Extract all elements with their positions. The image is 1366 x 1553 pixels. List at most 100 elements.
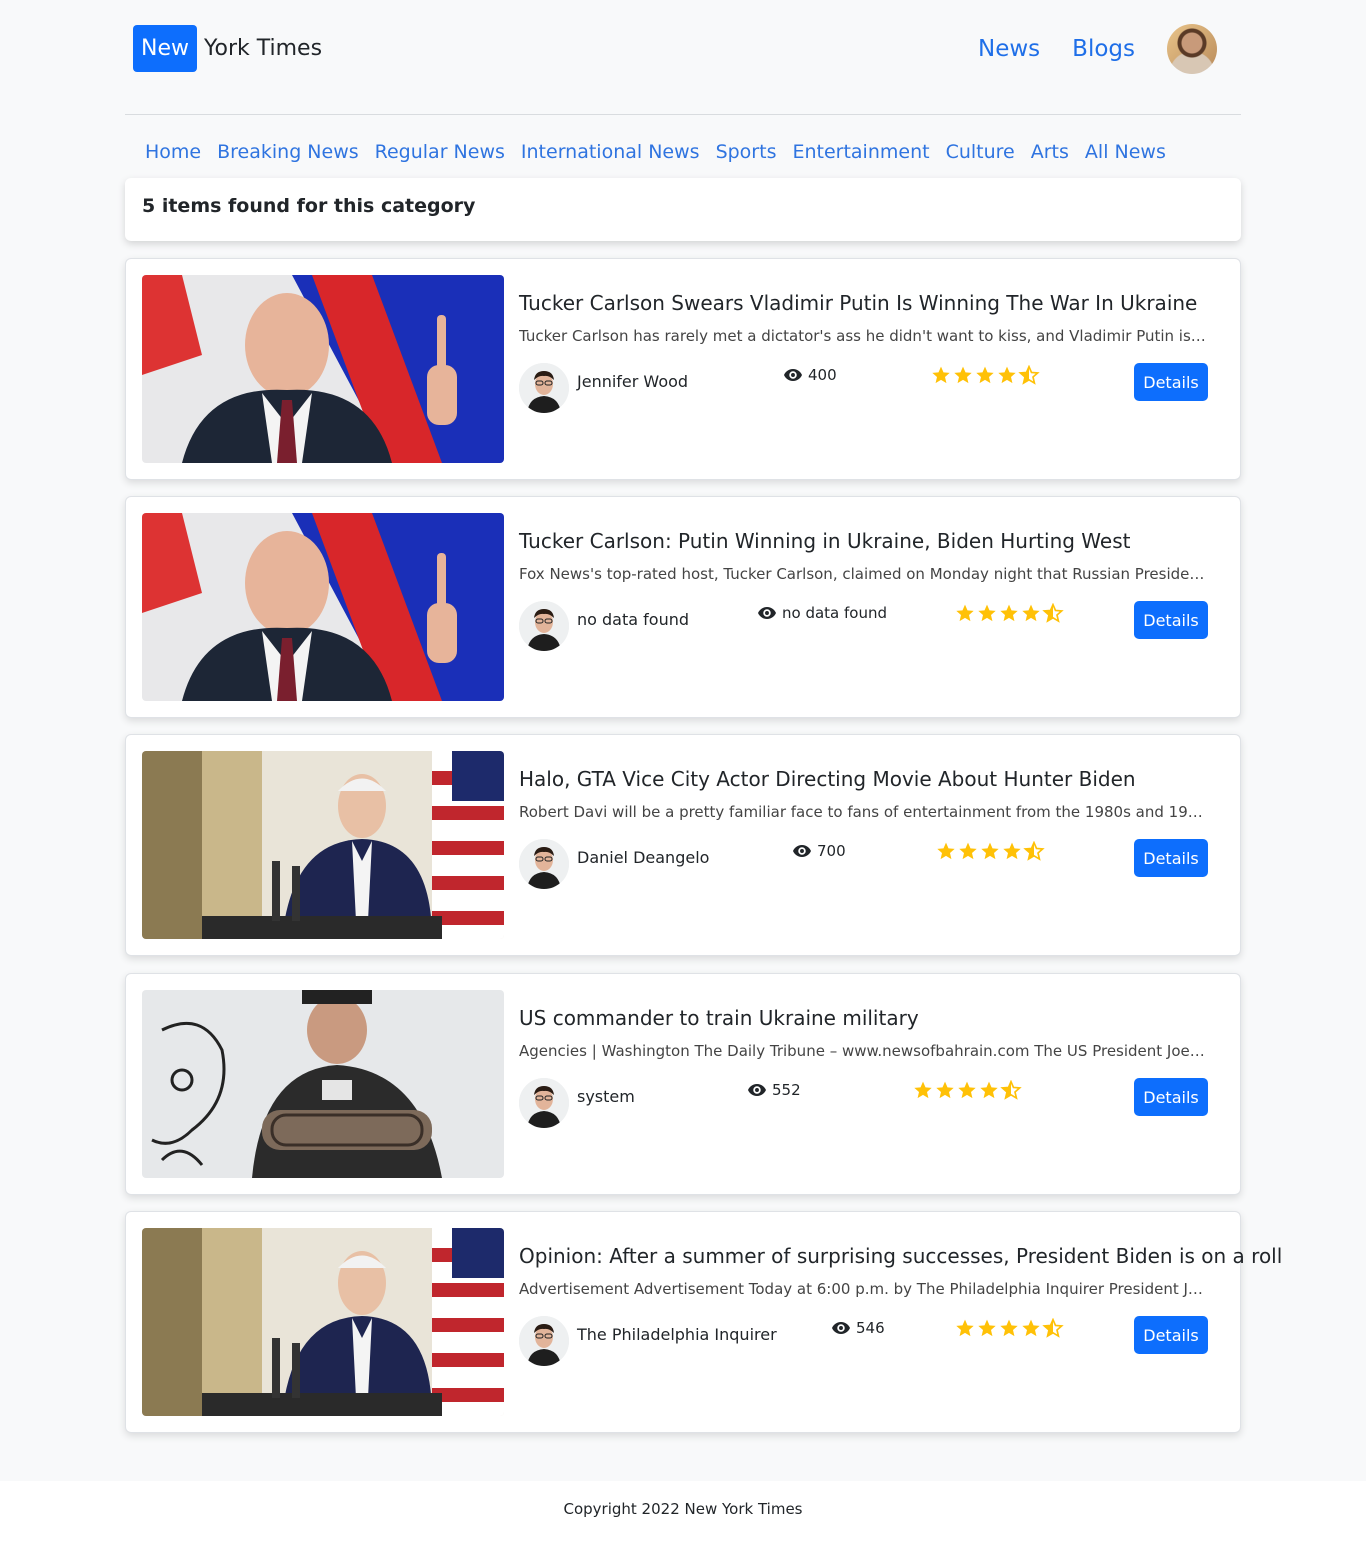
eye-icon: [758, 607, 776, 619]
rating-stars: [954, 603, 1064, 623]
news-thumbnail[interactable]: [142, 1228, 504, 1416]
header: New York Times News Blogs: [125, 0, 1241, 115]
details-button[interactable]: Details: [1134, 1316, 1208, 1354]
author-name: The Philadelphia Inquirer: [577, 1325, 777, 1344]
details-button[interactable]: Details: [1134, 1078, 1208, 1116]
eye-icon-wrap: [748, 1083, 766, 1097]
author-name: no data found: [577, 610, 689, 629]
news-card: Tucker Carlson Swears Vladimir Putin Is …: [125, 258, 1241, 480]
eye-icon-wrap: [793, 844, 811, 858]
rating-stars: [935, 841, 1045, 861]
view-count-value: 400: [808, 366, 837, 384]
star-half-icon: [1042, 1318, 1064, 1338]
news-thumbnail[interactable]: [142, 751, 504, 939]
news-card: Halo, GTA Vice City Actor Directing Movi…: [125, 734, 1241, 956]
star-icon: [1003, 842, 1021, 860]
view-count-value: 552: [772, 1081, 801, 1099]
news-excerpt: Tucker Carlson has rarely met a dictator…: [519, 327, 1209, 345]
author-name: Jennifer Wood: [577, 372, 689, 391]
user-avatar[interactable]: [1167, 24, 1217, 74]
results-count: 5 items found for this category: [125, 178, 1241, 241]
details-button[interactable]: Details: [1134, 363, 1208, 401]
eye-icon-wrap: [832, 1321, 850, 1335]
footer: Copyright 2022 New York Times: [0, 1481, 1366, 1553]
view-count: 546: [832, 1319, 885, 1337]
category-sports[interactable]: Sports: [716, 141, 777, 163]
star-icon: [936, 1081, 954, 1099]
view-count: 552: [748, 1081, 801, 1099]
news-card: US commander to train Ukraine military Ag…: [125, 973, 1241, 1195]
star-icon: [1022, 1319, 1040, 1337]
view-count: no data found: [758, 604, 887, 622]
view-count: 400: [784, 366, 837, 384]
view-count-value: no data found: [782, 604, 887, 622]
author-name: system: [577, 1087, 635, 1106]
star-icon: [1000, 1319, 1018, 1337]
star-icon: [976, 366, 994, 384]
category-culture[interactable]: Culture: [946, 141, 1015, 163]
details-button[interactable]: Details: [1134, 839, 1208, 877]
star-half-icon: [1018, 365, 1040, 385]
view-count-value: 700: [817, 842, 846, 860]
category-nav: Home Breaking News Regular News Internat…: [145, 141, 1182, 163]
news-thumbnail[interactable]: [142, 275, 504, 463]
news-title[interactable]: Opinion: After a summer of surprising su…: [519, 1244, 1282, 1268]
news-thumbnail[interactable]: [142, 990, 504, 1178]
news-excerpt: Advertisement Advertisement Today at 6:0…: [519, 1280, 1209, 1298]
star-icon: [958, 1081, 976, 1099]
news-thumbnail[interactable]: [142, 513, 504, 701]
view-count: 700: [793, 842, 846, 860]
details-button[interactable]: Details: [1134, 601, 1208, 639]
category-all-news[interactable]: All News: [1085, 141, 1166, 163]
news-excerpt: Agencies | Washington The Daily Tribune …: [519, 1042, 1209, 1060]
news-excerpt: Fox News's top-rated host, Tucker Carlso…: [519, 565, 1209, 583]
news-card: Opinion: After a summer of surprising su…: [125, 1211, 1282, 1433]
category-regular-news[interactable]: Regular News: [375, 141, 505, 163]
star-icon: [981, 842, 999, 860]
brand-logo[interactable]: New York Times: [133, 25, 322, 72]
eye-icon: [793, 845, 811, 857]
nav-news-link[interactable]: News: [978, 36, 1040, 62]
star-icon: [956, 1319, 974, 1337]
news-excerpt: Robert Davi will be a pretty familiar fa…: [519, 803, 1209, 821]
category-entertainment[interactable]: Entertainment: [792, 141, 929, 163]
star-icon: [937, 842, 955, 860]
category-international-news[interactable]: International News: [521, 141, 700, 163]
star-icon: [954, 366, 972, 384]
eye-icon: [748, 1084, 766, 1096]
author-avatar: [519, 363, 569, 413]
rating-stars: [912, 1080, 1022, 1100]
brand-highlight: New: [133, 25, 197, 72]
star-icon: [978, 604, 996, 622]
author-avatar: [519, 839, 569, 889]
news-title[interactable]: Halo, GTA Vice City Actor Directing Movi…: [519, 767, 1219, 791]
eye-icon: [784, 369, 802, 381]
star-half-icon: [1000, 1080, 1022, 1100]
category-arts[interactable]: Arts: [1031, 141, 1069, 163]
star-icon: [1000, 604, 1018, 622]
category-breaking-news[interactable]: Breaking News: [217, 141, 359, 163]
news-title[interactable]: Tucker Carlson: Putin Winning in Ukraine…: [519, 529, 1219, 553]
news-title[interactable]: US commander to train Ukraine military: [519, 1006, 1219, 1030]
news-title[interactable]: Tucker Carlson Swears Vladimir Putin Is …: [519, 291, 1219, 315]
star-icon: [998, 366, 1016, 384]
star-icon: [959, 842, 977, 860]
author-name: Daniel Deangelo: [577, 848, 710, 867]
eye-icon-wrap: [758, 606, 776, 620]
eye-icon-wrap: [784, 368, 802, 382]
category-home[interactable]: Home: [145, 141, 201, 163]
star-icon: [980, 1081, 998, 1099]
star-half-icon: [1042, 603, 1064, 623]
author-avatar: [519, 1078, 569, 1128]
star-icon: [978, 1319, 996, 1337]
news-card: Tucker Carlson: Putin Winning in Ukraine…: [125, 496, 1241, 718]
brand-name: York Times: [204, 36, 323, 61]
star-icon: [914, 1081, 932, 1099]
star-icon: [932, 366, 950, 384]
nav-blogs-link[interactable]: Blogs: [1072, 36, 1135, 62]
star-half-icon: [1023, 841, 1045, 861]
top-nav: News Blogs: [978, 24, 1217, 74]
view-count-value: 546: [856, 1319, 885, 1337]
copyright-text: Copyright 2022 New York Times: [563, 1500, 803, 1518]
author-avatar: [519, 1316, 569, 1366]
